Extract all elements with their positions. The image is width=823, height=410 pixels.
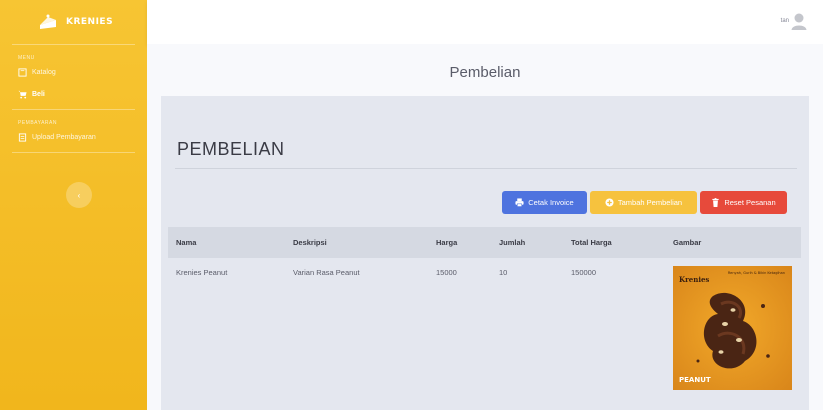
plus-circle-icon xyxy=(605,198,614,207)
image-brand-text: Krenies xyxy=(679,275,709,284)
sidebar-item-label: Upload Pembayaran xyxy=(32,133,96,141)
brand-name: KRENIES xyxy=(66,17,114,27)
cell-harga: 15000 xyxy=(436,268,457,277)
column-header: Jumlah xyxy=(499,238,526,247)
product-image: Krenies Renyah, Gurih & Bikin Ketagihan xyxy=(673,266,792,390)
purchase-card: PEMBELIAN Cetak Invoice Tambah Pembelian… xyxy=(161,96,809,410)
trash-icon xyxy=(712,198,719,207)
sidebar-toggle-button[interactable]: ‹ xyxy=(66,182,92,208)
sidebar-item-label: Katalog xyxy=(32,68,56,76)
card-divider xyxy=(175,168,797,169)
sidebar: KRENIES MENU Katalog Beli PEMBAYARAN Upl… xyxy=(0,0,147,410)
book-icon xyxy=(18,67,27,77)
print-icon xyxy=(515,198,524,207)
sidebar-divider xyxy=(12,152,135,153)
upload-icon xyxy=(18,132,27,142)
topbar: tan xyxy=(147,0,823,44)
sidebar-item-upload-pembayaran[interactable]: Upload Pembayaran xyxy=(0,126,147,148)
image-tagline-text: Renyah, Gurih & Bikin Ketagihan xyxy=(728,271,785,275)
user-name[interactable]: tan xyxy=(781,18,789,24)
column-header: Gambar xyxy=(673,238,702,247)
cell-total-harga: 150000 xyxy=(571,268,597,277)
column-header: Total Harga xyxy=(571,238,612,247)
main-content: Pembelian PEMBELIAN Cetak Invoice Tambah… xyxy=(147,44,823,410)
sidebar-heading-menu: MENU xyxy=(18,55,35,61)
sidebar-item-label: Beli xyxy=(32,90,45,98)
cell-jumlah: 10 xyxy=(499,268,508,277)
app-window: KRENIES MENU Katalog Beli PEMBAYARAN Upl… xyxy=(0,0,823,410)
column-header: Deskripsi xyxy=(293,238,327,247)
cake-logo-icon xyxy=(40,14,56,29)
purchase-table: Nama Deskripsi Harga Jumlah Total Harga … xyxy=(168,227,801,399)
reset-order-button[interactable]: Reset Pesanan xyxy=(700,191,787,214)
card-title: PEMBELIAN xyxy=(177,139,285,159)
cart-icon xyxy=(18,90,27,99)
cell-nama: Krenies Peanut xyxy=(176,268,228,277)
sidebar-item-katalog[interactable]: Katalog xyxy=(0,61,147,83)
add-purchase-label: Tambah Pembelian xyxy=(617,198,683,207)
sidebar-item-beli[interactable]: Beli xyxy=(0,83,147,105)
chevron-left-icon: ‹ xyxy=(77,190,81,200)
sidebar-brand[interactable]: KRENIES xyxy=(0,0,147,44)
print-invoice-button[interactable]: Cetak Invoice xyxy=(502,191,587,214)
user-avatar-icon[interactable] xyxy=(791,12,807,30)
page-title: Pembelian xyxy=(449,64,521,81)
table-row: Krenies Peanut Varian Rasa Peanut 15000 … xyxy=(168,258,801,399)
reset-order-label: Reset Pesanan xyxy=(724,198,776,207)
cell-deskripsi: Varian Rasa Peanut xyxy=(293,268,360,277)
print-invoice-label: Cetak Invoice xyxy=(528,198,574,207)
table-header-row: Nama Deskripsi Harga Jumlah Total Harga … xyxy=(168,227,801,258)
sidebar-heading-payment: PEMBAYARAN xyxy=(18,120,57,126)
cell-gambar: Krenies Renyah, Gurih & Bikin Ketagihan xyxy=(665,258,801,399)
column-header: Nama xyxy=(176,238,197,247)
image-flavor-text: PEANUT xyxy=(679,376,711,384)
column-header: Harga xyxy=(436,238,458,247)
add-purchase-button[interactable]: Tambah Pembelian xyxy=(590,191,697,214)
